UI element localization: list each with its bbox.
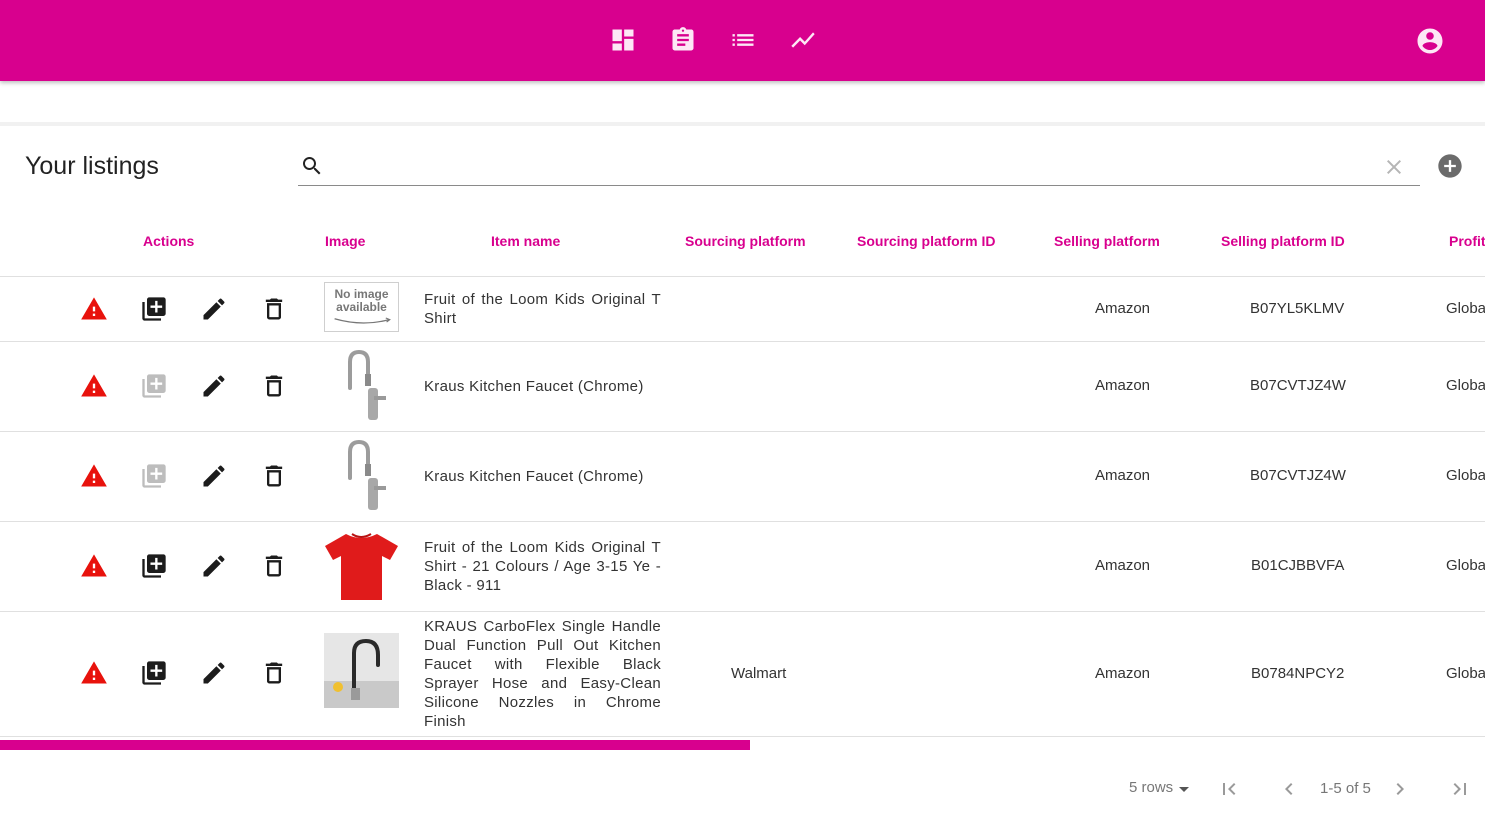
- no-image-text: No image available: [334, 287, 389, 314]
- previous-page-icon[interactable]: [1277, 777, 1301, 801]
- next-page-icon[interactable]: [1388, 777, 1412, 801]
- selling-platform: Amazon: [1095, 665, 1151, 682]
- edit-icon[interactable]: [200, 659, 228, 687]
- table-row: Fruit of the Loom Kids Original T Shirt …: [0, 522, 1485, 612]
- product-image: [324, 633, 399, 708]
- add-to-library-icon[interactable]: [140, 295, 168, 323]
- selling-platform: Amazon: [1095, 557, 1151, 574]
- product-image: No image available: [324, 282, 399, 332]
- first-page-icon[interactable]: [1217, 777, 1241, 801]
- app-bar: [0, 0, 1485, 81]
- selling-platform: Amazon: [1095, 300, 1151, 317]
- profit: Global: [1446, 467, 1485, 484]
- page-title: Your listings: [25, 152, 159, 180]
- section-divider: [0, 122, 1485, 126]
- last-page-icon[interactable]: [1448, 777, 1472, 801]
- product-image: [324, 348, 399, 423]
- dashboard-icon[interactable]: [608, 25, 638, 55]
- column-header-item-name[interactable]: Item name: [491, 233, 560, 249]
- trending-icon[interactable]: [788, 25, 818, 55]
- item-name: Kraus Kitchen Faucet (Chrome): [424, 378, 644, 395]
- table-row: No image available Fruit of the Loom Kid…: [0, 277, 1485, 342]
- selling-platform-id: B07YL5KLMV: [1250, 300, 1345, 317]
- column-header-profit[interactable]: Profit: [1449, 233, 1485, 249]
- rows-per-page-select[interactable]: 5 rows: [1129, 779, 1173, 796]
- edit-icon[interactable]: [200, 462, 228, 490]
- account-circle-icon[interactable]: [1415, 26, 1445, 56]
- delete-icon[interactable]: [260, 552, 288, 580]
- warning-icon[interactable]: [80, 552, 108, 580]
- tshirt-icon: [325, 533, 398, 600]
- dropdown-arrow-icon[interactable]: [1172, 777, 1196, 801]
- add-circle-icon[interactable]: [1436, 152, 1464, 180]
- column-header-image[interactable]: Image: [325, 233, 365, 249]
- assignment-icon[interactable]: [668, 25, 698, 55]
- edit-icon[interactable]: [200, 372, 228, 400]
- selling-platform-id: B07CVTJZ4W: [1250, 467, 1346, 484]
- selling-platform-id: B01CJBBVFA: [1251, 557, 1345, 574]
- warning-icon[interactable]: [80, 295, 108, 323]
- item-name: Fruit of the Loom Kids Original T Shirt: [424, 291, 661, 327]
- search-icon: [300, 154, 324, 178]
- black-faucet-icon: [324, 633, 399, 708]
- table-row: Kraus Kitchen Faucet (Chrome) Amazon B07…: [0, 342, 1485, 432]
- add-to-library-icon[interactable]: [140, 659, 168, 687]
- profit: Global: [1446, 377, 1485, 394]
- delete-icon[interactable]: [260, 462, 288, 490]
- delete-icon[interactable]: [260, 372, 288, 400]
- product-image: [324, 530, 399, 605]
- list-icon[interactable]: [728, 25, 758, 55]
- profit: Global: [1446, 665, 1485, 682]
- add-to-library-icon[interactable]: [140, 552, 168, 580]
- delete-icon[interactable]: [260, 659, 288, 687]
- table-row: KRAUS CarboFlex Single Handle Dual Funct…: [0, 612, 1485, 737]
- warning-icon[interactable]: [80, 659, 108, 687]
- column-header-selling-platform[interactable]: Selling platform: [1054, 233, 1160, 249]
- profit: Global: [1446, 300, 1485, 317]
- item-name: KRAUS CarboFlex Single Handle Dual Funct…: [424, 618, 661, 730]
- search-input[interactable]: [334, 152, 1368, 182]
- item-name: Kraus Kitchen Faucet (Chrome): [424, 468, 644, 485]
- product-image: [324, 438, 399, 513]
- table-row: Kraus Kitchen Faucet (Chrome) Amazon B07…: [0, 432, 1485, 522]
- column-header-sourcing-platform[interactable]: Sourcing platform: [685, 233, 806, 249]
- warning-icon[interactable]: [80, 462, 108, 490]
- column-header-selling-platform-id[interactable]: Selling platform ID: [1221, 233, 1345, 249]
- add-to-library-icon[interactable]: [140, 372, 168, 400]
- horizontal-scrollbar[interactable]: [0, 740, 750, 750]
- table-header: Actions Image Item name Sourcing platfor…: [0, 206, 1485, 277]
- smile-arrow-icon: [334, 317, 391, 324]
- selling-platform-id: B0784NPCY2: [1251, 665, 1345, 682]
- search-bar: [298, 148, 1420, 186]
- edit-icon[interactable]: [200, 295, 228, 323]
- clear-icon[interactable]: [1382, 155, 1406, 179]
- column-header-sourcing-platform-id[interactable]: Sourcing platform ID: [857, 233, 995, 249]
- selling-platform-id: B07CVTJZ4W: [1250, 377, 1346, 394]
- sourcing-platform: Walmart: [731, 665, 787, 682]
- page-range: 1-5 of 5: [1320, 780, 1371, 797]
- item-name: Fruit of the Loom Kids Original T Shirt …: [424, 539, 661, 594]
- edit-icon[interactable]: [200, 552, 228, 580]
- selling-platform: Amazon: [1095, 377, 1151, 394]
- delete-icon[interactable]: [260, 295, 288, 323]
- rows-per-page-label: 5 rows: [1129, 779, 1174, 796]
- faucet-icon: [348, 349, 386, 420]
- warning-icon[interactable]: [80, 372, 108, 400]
- column-header-actions[interactable]: Actions: [143, 233, 194, 249]
- faucet-icon: [348, 439, 386, 510]
- selling-platform: Amazon: [1095, 467, 1151, 484]
- profit: Global: [1446, 557, 1485, 574]
- add-to-library-icon[interactable]: [140, 462, 168, 490]
